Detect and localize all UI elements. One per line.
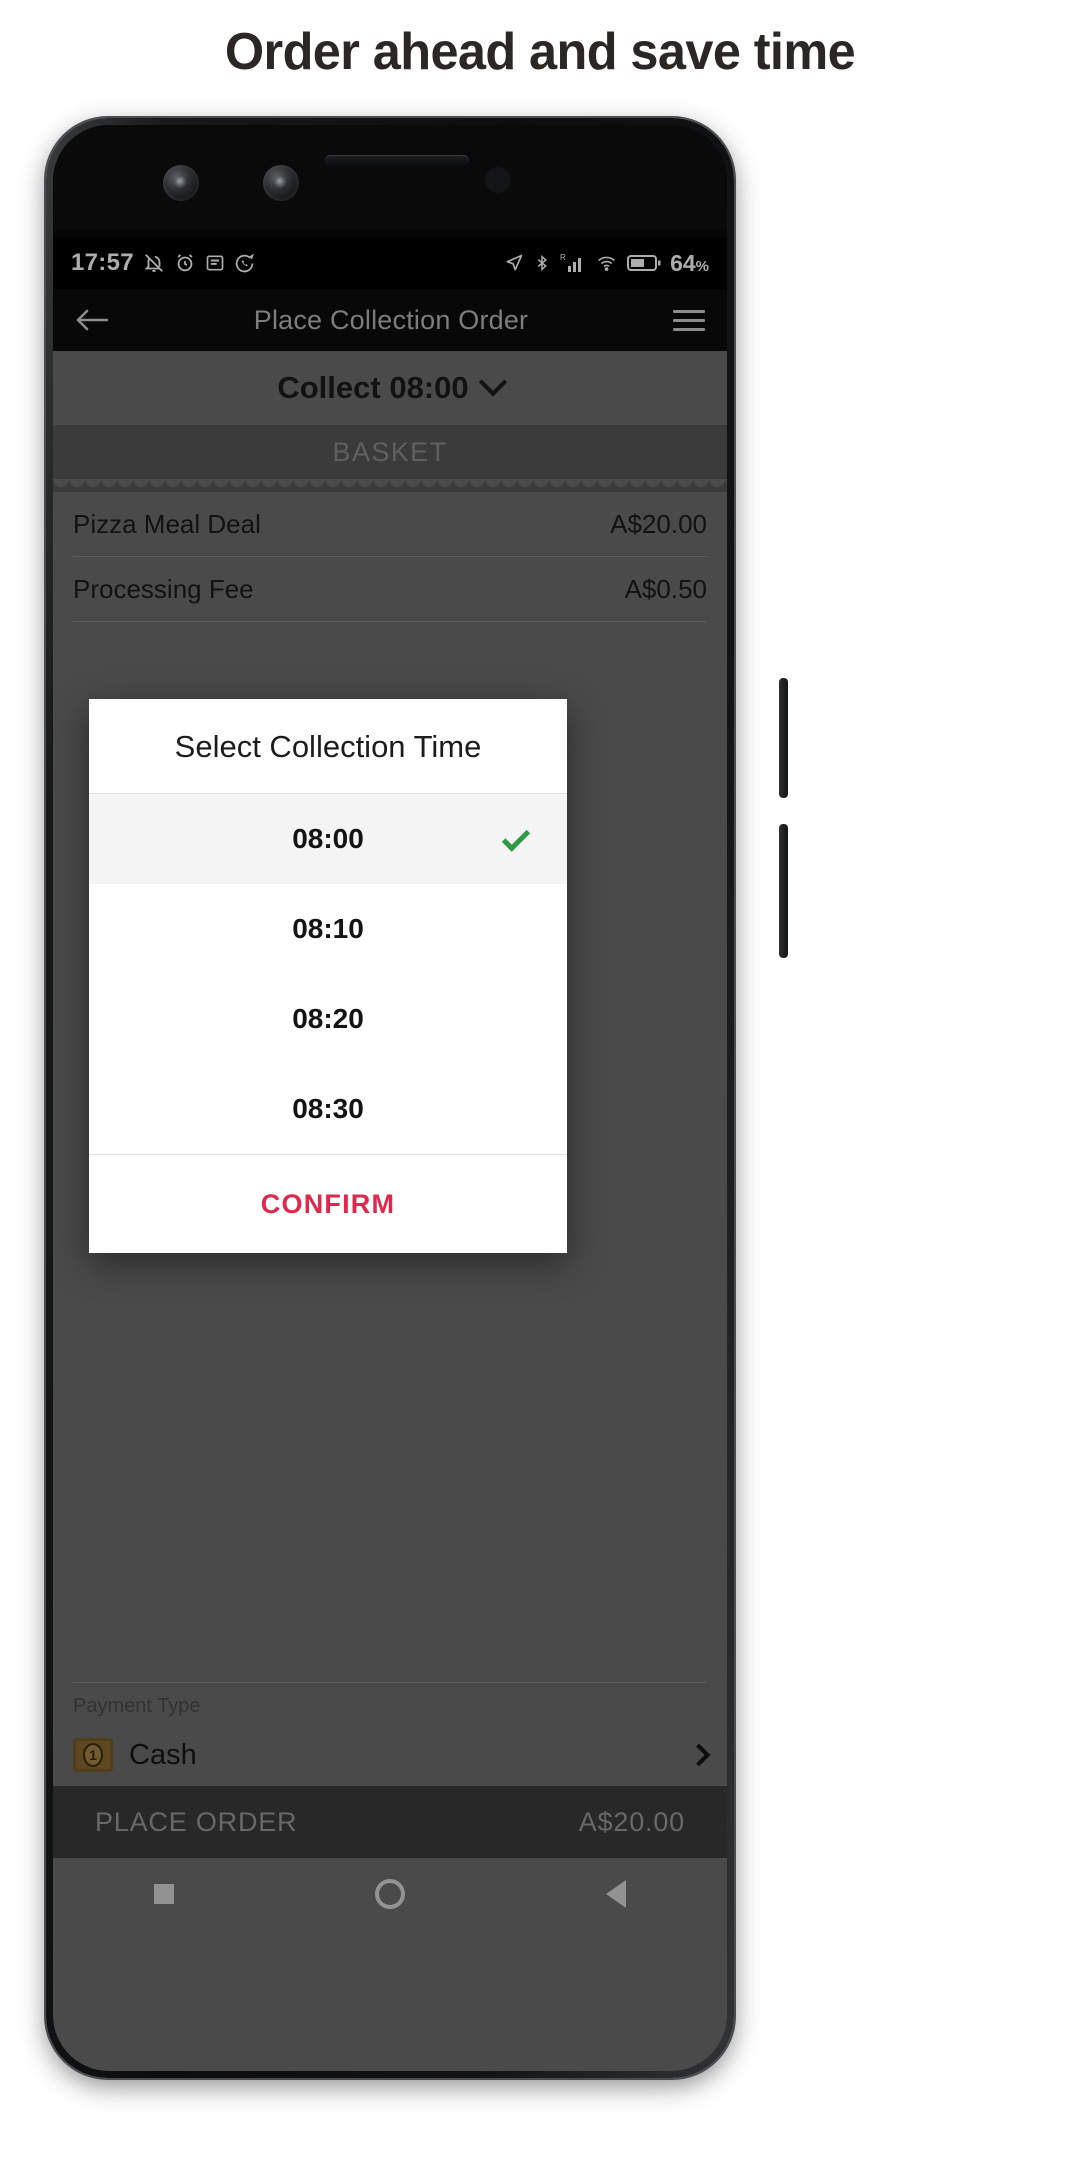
- phone-device: 17:57 R 64% Place Collection Order Colle…: [46, 118, 788, 2078]
- time-option-label: 08:20: [292, 1003, 364, 1034]
- time-option-list: 08:00 08:10 08:20 08:30: [89, 794, 567, 1154]
- earpiece-speaker: [325, 155, 469, 166]
- time-option-label: 08:00: [292, 823, 364, 854]
- select-collection-time-dialog: Select Collection Time 08:00 08:10 08:20: [89, 699, 567, 1253]
- front-camera-icon: [163, 165, 199, 201]
- time-option-item[interactable]: 08:30: [89, 1064, 567, 1154]
- page-root: Order ahead and save time 17:57 R 64% Pl…: [0, 0, 1080, 2160]
- front-camera-secondary-icon: [263, 165, 299, 201]
- page-title: Order ahead and save time: [224, 23, 856, 81]
- phone-screen-frame: 17:57 R 64% Place Collection Order Colle…: [53, 125, 727, 2071]
- time-option-label: 08:30: [292, 1093, 364, 1124]
- check-icon: [501, 823, 531, 852]
- confirm-button-label: CONFIRM: [260, 1188, 396, 1219]
- confirm-button[interactable]: CONFIRM: [89, 1155, 567, 1253]
- dialog-title: Select Collection Time: [174, 729, 482, 764]
- phone-top-bezel: [53, 125, 727, 231]
- time-option-item[interactable]: 08:10: [89, 884, 567, 974]
- screen-content: 17:57 R 64% Place Collection Order Colle…: [53, 237, 727, 2071]
- proximity-sensor-icon: [485, 167, 511, 193]
- volume-button[interactable]: [779, 824, 788, 958]
- time-option-item[interactable]: 08:20: [89, 974, 567, 1064]
- power-button[interactable]: [779, 678, 788, 798]
- time-option-label: 08:10: [292, 913, 364, 944]
- time-option-item[interactable]: 08:00: [89, 794, 567, 884]
